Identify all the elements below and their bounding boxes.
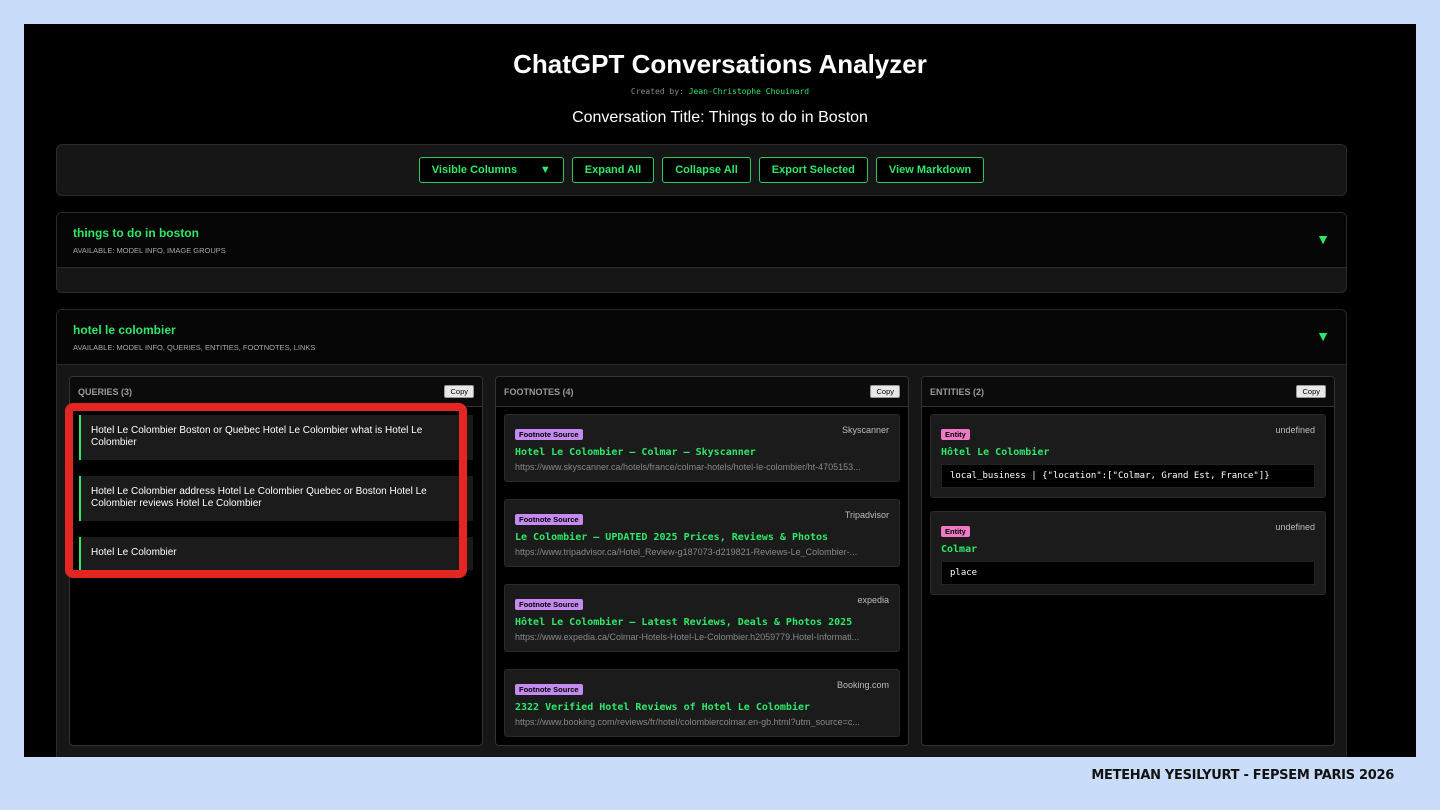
created-by-label: Created by: xyxy=(630,87,684,96)
collapse-all-button[interactable]: Collapse All xyxy=(662,157,751,183)
footnotes-column: FOOTNOTES (4) Copy Footnote Source Skysc… xyxy=(495,376,909,746)
footnote-title[interactable]: Hotel Le Colombier – Colmar – Skyscanner xyxy=(515,447,889,458)
column-title: QUERIES (3) xyxy=(78,386,133,397)
footnote-url[interactable]: https://www.expedia.ca/Colmar-Hotels-Hot… xyxy=(515,632,889,642)
toggle-arrow-icon[interactable]: ▼ xyxy=(1316,328,1330,344)
footnote-site: Booking.com xyxy=(836,680,889,690)
panel-available: AVAILABLE: MODEL INFO, IMAGE GROUPS xyxy=(73,246,226,255)
column-title: FOOTNOTES (4) xyxy=(504,386,574,397)
chevron-down-icon: ▼ xyxy=(539,164,551,176)
analyzer-screen: ChatGPT Conversations Analyzer Created b… xyxy=(24,24,1416,757)
footnote-source-badge: Footnote Source xyxy=(515,599,583,610)
footnote-site: expedia xyxy=(857,595,889,605)
entity-badge: Entity xyxy=(941,526,970,537)
copy-button[interactable]: Copy xyxy=(870,385,900,398)
toggle-arrow-icon[interactable]: ▼ xyxy=(1316,231,1330,247)
toolbar: Visible Columns ▼ Expand All Collapse Al… xyxy=(56,144,1347,196)
footnote-source-badge: Footnote Source xyxy=(515,684,583,695)
footer-credit: METEHAN YESILYURT - FEPSEM PARIS 2026 xyxy=(1091,768,1394,783)
entities-column: ENTITIES (2) Copy Entity undefined Hôtel… xyxy=(921,376,1335,746)
entity-name: Hôtel Le Colombier xyxy=(941,447,1050,458)
app-title: ChatGPT Conversations Analyzer xyxy=(513,49,927,79)
footnote-title[interactable]: Hôtel Le Colombier – Latest Reviews, Dea… xyxy=(515,617,889,628)
footnote-card[interactable]: Footnote Source Skyscanner Hotel Le Colo… xyxy=(504,414,900,482)
expand-all-button[interactable]: Expand All xyxy=(571,157,655,183)
copy-button[interactable]: Copy xyxy=(444,385,474,398)
conversation-title: Conversation Title: Things to do in Bost… xyxy=(572,109,868,126)
view-markdown-button[interactable]: View Markdown xyxy=(875,157,985,183)
conversation-panel: things to do in boston AVAILABLE: MODEL … xyxy=(56,212,1347,293)
created-by: Created by: Jean-Christophe Chouinard xyxy=(24,87,1416,96)
export-selected-button[interactable]: Export Selected xyxy=(758,157,868,183)
entity-type: undefined xyxy=(1275,425,1315,435)
query-item[interactable]: Hotel Le Colombier address Hotel Le Colo… xyxy=(79,476,473,521)
entity-card[interactable]: Entity undefined Colmar place xyxy=(930,511,1326,595)
conversation-panel: hotel le colombier AVAILABLE: MODEL INFO… xyxy=(56,309,1347,757)
footnote-site: Skyscanner xyxy=(841,425,889,435)
footnote-url[interactable]: https://www.tripadvisor.ca/Hotel_Review-… xyxy=(515,547,889,557)
author-link[interactable]: Jean-Christophe Chouinard xyxy=(689,87,809,96)
footnote-card[interactable]: Footnote Source expedia Hôtel Le Colombi… xyxy=(504,584,900,652)
column-header: FOOTNOTES (4) Copy xyxy=(496,377,908,407)
footnote-url[interactable]: https://www.booking.com/reviews/fr/hotel… xyxy=(515,717,889,727)
entity-name: Colmar xyxy=(941,544,978,555)
panel-header[interactable]: things to do in boston AVAILABLE: MODEL … xyxy=(57,213,1346,268)
panel-header[interactable]: hotel le colombier AVAILABLE: MODEL INFO… xyxy=(57,310,1346,365)
visible-columns-label: Visible Columns xyxy=(431,164,518,176)
column-header: ENTITIES (2) Copy xyxy=(922,377,1334,407)
footnote-card[interactable]: Footnote Source Tripadvisor Le Colombier… xyxy=(504,499,900,567)
panel-name: things to do in boston xyxy=(73,226,199,240)
column-header: QUERIES (3) Copy xyxy=(70,377,482,407)
entity-badge: Entity xyxy=(941,429,970,440)
footnote-title[interactable]: 2322 Verified Hotel Reviews of Hotel Le … xyxy=(515,702,889,713)
entity-card[interactable]: Entity undefined Hôtel Le Colombier loca… xyxy=(930,414,1326,498)
column-title: ENTITIES (2) xyxy=(930,386,985,397)
footnote-source-badge: Footnote Source xyxy=(515,514,583,525)
panel-name: hotel le colombier xyxy=(73,323,176,337)
queries-column: QUERIES (3) Copy Hotel Le Colombier Bost… xyxy=(69,376,483,746)
query-item[interactable]: Hotel Le Colombier Boston or Quebec Hote… xyxy=(79,415,473,460)
visible-columns-dropdown[interactable]: Visible Columns ▼ xyxy=(418,157,564,183)
footnote-url[interactable]: https://www.skyscanner.ca/hotels/france/… xyxy=(515,462,889,472)
entity-value: place xyxy=(941,561,1315,585)
footnote-source-badge: Footnote Source xyxy=(515,429,583,440)
query-item[interactable]: Hotel Le Colombier xyxy=(79,537,473,570)
footnote-card[interactable]: Footnote Source Booking.com 2322 Verifie… xyxy=(504,669,900,737)
entity-value: local_business | {"location":["Colmar, G… xyxy=(941,464,1315,488)
entity-type: undefined xyxy=(1275,522,1315,532)
footnote-title[interactable]: Le Colombier – UPDATED 2025 Prices, Revi… xyxy=(515,532,889,543)
copy-button[interactable]: Copy xyxy=(1296,385,1326,398)
footnote-site: Tripadvisor xyxy=(844,510,889,520)
panel-available: AVAILABLE: MODEL INFO, QUERIES, ENTITIES… xyxy=(73,343,316,352)
